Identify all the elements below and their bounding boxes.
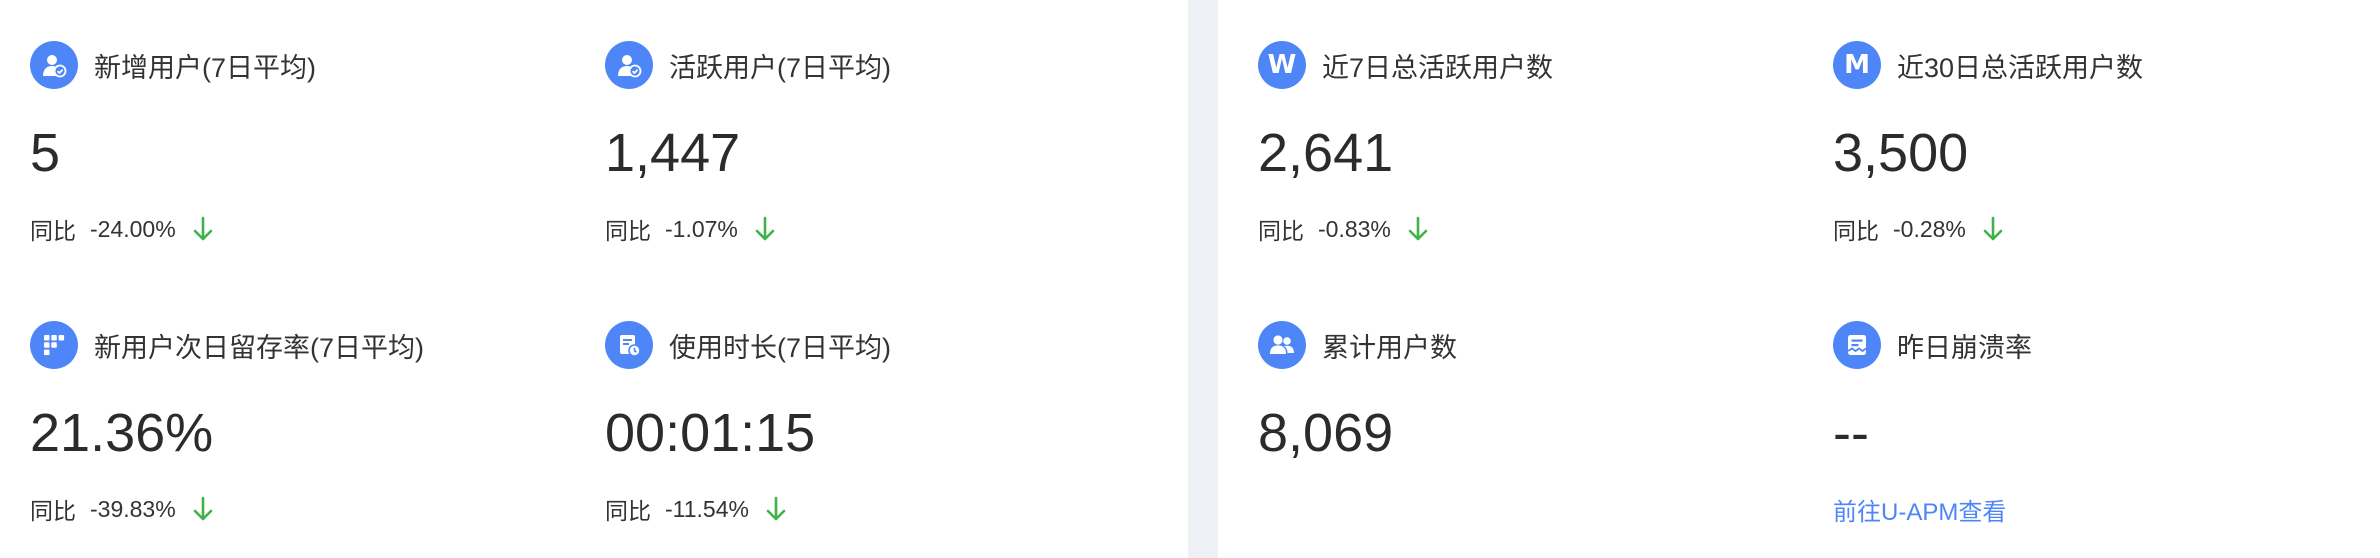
arrow-down-icon xyxy=(193,216,212,241)
comparison-value: -11.54% xyxy=(665,495,749,522)
metric-value: -- xyxy=(1833,403,1869,463)
user-check-icon xyxy=(605,41,653,89)
dashboard-overview: 新增用户(7日平均) 5 同比 -24.00% 活跃用户(7日平均) 1,447… xyxy=(0,0,2380,558)
metric-usage-duration: 使用时长(7日平均) 00:01:15 同比 -11.54% xyxy=(605,320,1125,558)
metric-value: 21.36% xyxy=(30,403,214,463)
metric-title: 活跃用户(7日平均) xyxy=(669,52,891,83)
metric-comparison: 同比 -24.00% xyxy=(30,212,550,246)
icon-letter: M xyxy=(1844,50,1870,80)
arrow-down-icon xyxy=(755,216,775,241)
metric-title: 累计用户数 xyxy=(1322,332,1457,363)
metric-header: 使用时长(7日平均) xyxy=(605,320,1125,370)
comparison-label: 同比 xyxy=(605,218,651,244)
clock-document-icon xyxy=(605,321,653,369)
metric-value: 00:01:15 xyxy=(605,403,816,463)
go-to-uapm-link[interactable]: 前往U-APM查看 xyxy=(1833,492,2006,527)
metric-comparison: 同比 -0.28% xyxy=(1833,212,2353,246)
arrow-down-icon xyxy=(766,496,786,521)
overview-panel-right: W 近7日总活跃用户数 2,641 同比 -0.83% M 近30日总活跃用户数… xyxy=(1218,0,2380,558)
overview-panel-left: 新增用户(7日平均) 5 同比 -24.00% 活跃用户(7日平均) 1,447… xyxy=(0,0,1188,558)
metric-header: 活跃用户(7日平均) xyxy=(605,40,1125,90)
metric-title: 使用时长(7日平均) xyxy=(669,332,891,363)
grid-icon xyxy=(30,321,78,369)
users-icon xyxy=(1258,321,1306,369)
user-check-icon xyxy=(30,41,78,89)
comparison-label: 同比 xyxy=(30,498,76,524)
metric-title: 昨日崩溃率 xyxy=(1897,332,2032,363)
arrow-down-icon xyxy=(193,496,212,521)
metric-header: 累计用户数 xyxy=(1258,320,1778,370)
metric-cumulative-users: 累计用户数 8,069 xyxy=(1258,320,1778,558)
metric-title: 新用户次日留存率(7日平均) xyxy=(94,332,424,363)
comparison-label: 同比 xyxy=(1833,218,1879,244)
metric-yesterday-crash-rate: 昨日崩溃率 -- 前往U-APM查看 xyxy=(1833,320,2353,558)
metric-value: 8,069 xyxy=(1258,403,1394,463)
metric-header: 新用户次日留存率(7日平均) xyxy=(30,320,550,370)
metric-link-row: 前往U-APM查看 xyxy=(1833,492,2353,526)
metric-comparison: 同比 -11.54% xyxy=(605,492,1125,526)
metric-header: M 近30日总活跃用户数 xyxy=(1833,40,2353,90)
crash-document-icon xyxy=(1833,321,1881,369)
metric-value: 2,641 xyxy=(1258,123,1394,183)
arrow-down-icon xyxy=(1983,216,2003,241)
metric-active-users: 活跃用户(7日平均) 1,447 同比 -1.07% xyxy=(605,40,1125,290)
metric-title: 近30日总活跃用户数 xyxy=(1897,52,2144,83)
metric-header: 新增用户(7日平均) xyxy=(30,40,550,90)
metric-new-users: 新增用户(7日平均) 5 同比 -24.00% xyxy=(30,40,550,290)
comparison-value: -1.07% xyxy=(665,215,738,242)
month-letter-icon: M xyxy=(1833,41,1881,89)
week-letter-icon: W xyxy=(1258,41,1306,89)
comparison-label: 同比 xyxy=(30,218,76,244)
metric-next-day-retention: 新用户次日留存率(7日平均) 21.36% 同比 -39.83% xyxy=(30,320,550,558)
metric-7day-total-active: W 近7日总活跃用户数 2,641 同比 -0.83% xyxy=(1258,40,1778,290)
metric-value: 5 xyxy=(30,123,61,183)
metric-comparison: 同比 -39.83% xyxy=(30,492,550,526)
icon-letter: W xyxy=(1267,50,1297,80)
comparison-label: 同比 xyxy=(1258,218,1304,244)
metric-30day-total-active: M 近30日总活跃用户数 3,500 同比 -0.28% xyxy=(1833,40,2353,290)
comparison-value: -24.00% xyxy=(90,215,176,242)
metric-comparison: 同比 -1.07% xyxy=(605,212,1125,246)
metric-value: 3,500 xyxy=(1833,123,1969,183)
comparison-value: -0.83% xyxy=(1318,215,1391,242)
metric-title: 新增用户(7日平均) xyxy=(94,52,316,83)
comparison-value: -0.28% xyxy=(1893,215,1966,242)
metric-header: W 近7日总活跃用户数 xyxy=(1258,40,1778,90)
comparison-value: -39.83% xyxy=(90,495,176,522)
arrow-down-icon xyxy=(1408,216,1428,241)
comparison-label: 同比 xyxy=(605,498,651,524)
metric-value: 1,447 xyxy=(605,123,741,183)
metric-comparison: 同比 -0.83% xyxy=(1258,212,1778,246)
metric-title: 近7日总活跃用户数 xyxy=(1322,52,1554,83)
metric-header: 昨日崩溃率 xyxy=(1833,320,2353,370)
